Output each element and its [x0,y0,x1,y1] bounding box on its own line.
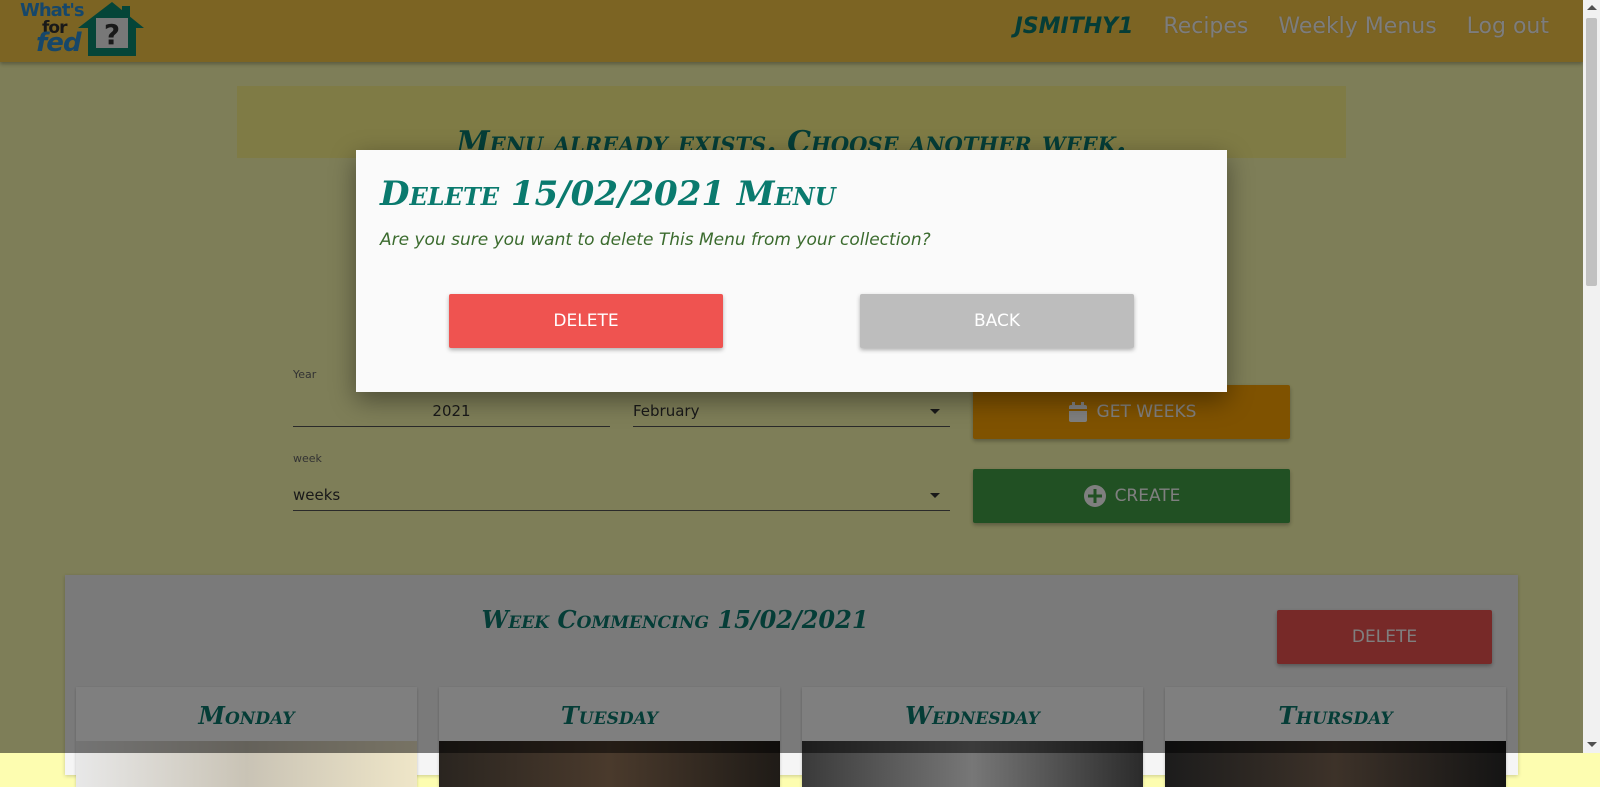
modal-title: Delete 15/02/2021 Menu [380,174,836,214]
back-button[interactable]: BACK [860,294,1134,348]
delete-menu-modal: Delete 15/02/2021 Menu Are you sure you … [356,150,1227,392]
scroll-up-icon[interactable] [1587,5,1597,10]
modal-text: Are you sure you want to delete This Men… [380,230,931,250]
scroll-down-icon[interactable] [1587,742,1597,747]
scrollbar-thumb[interactable] [1586,18,1597,286]
confirm-delete-button[interactable]: DELETE [449,294,723,348]
